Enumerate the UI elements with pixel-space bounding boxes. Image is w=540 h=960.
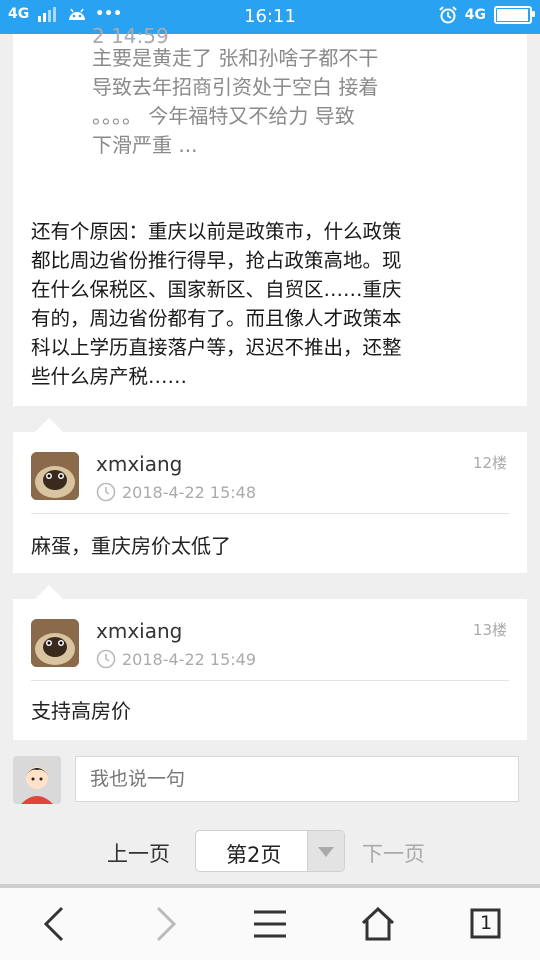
quoted-post: 2 14:59 主要是黄走了 张和孙啥子都不干 导致去年招商引资处于空白 接着 … — [92, 24, 452, 160]
reply-content: 还有个原因：重庆以前是政策市，什么政策 都比周边省份推行得早，抢占政策高地。现 … — [31, 217, 501, 391]
tabs-button[interactable]: 1 — [461, 902, 511, 946]
home-button[interactable] — [353, 902, 403, 946]
chevron-down-icon[interactable] — [307, 831, 344, 871]
user-avatar-icon — [31, 619, 79, 667]
quote-line: 。。。。 今年福特又不给力 导致 — [92, 104, 355, 128]
username[interactable]: xmxiang — [96, 619, 182, 643]
reply-line: 些什么房产税…… — [31, 365, 188, 388]
menu-button[interactable] — [245, 902, 295, 946]
clock-icon — [96, 482, 116, 502]
pagination: 上一页 第2页 下一页 — [0, 830, 540, 874]
chevron-right-icon — [156, 906, 177, 942]
home-icon — [361, 907, 395, 941]
quote-line: 导致去年招商引资处于空白 接着 — [92, 75, 379, 99]
page-select[interactable]: 第2页 — [195, 830, 345, 872]
back-button[interactable] — [30, 902, 80, 946]
browser-toolbar: 1 — [0, 888, 540, 960]
card-pointer — [35, 418, 63, 432]
quote-line: 下滑严重 ... — [92, 133, 198, 157]
floor-number: 12楼 — [472, 454, 507, 472]
post-card: xmxiang 12楼 2018-4-22 15:48 麻蛋，重庆房价太低了 — [13, 418, 527, 573]
next-page-link[interactable]: 下一页 — [362, 838, 425, 868]
reply-line: 都比周边省份推行得早，抢占政策高地。现 — [31, 249, 402, 272]
divider — [31, 513, 509, 514]
network-type-label: 4G — [464, 7, 486, 23]
reply-line: 有的，周边省份都有了。而且像人才政策本 — [31, 307, 402, 330]
hamburger-icon — [254, 910, 286, 938]
username[interactable]: xmxiang — [96, 452, 182, 476]
quote-timestamp: 2 14:59 — [92, 24, 169, 48]
comment-input[interactable] — [76, 757, 518, 801]
user-avatar-icon — [13, 756, 61, 804]
battery-icon — [494, 6, 535, 24]
floor-number: 13楼 — [472, 621, 507, 639]
post-time: 2018-4-22 15:49 — [122, 649, 256, 669]
my-avatar — [13, 756, 61, 804]
forward-button[interactable] — [140, 902, 190, 946]
reply-line: 还有个原因：重庆以前是政策市，什么政策 — [31, 220, 402, 243]
clock-icon — [96, 649, 116, 669]
chevron-left-icon — [43, 906, 64, 942]
card-pointer — [35, 585, 63, 599]
post-card: xmxiang 13楼 2018-4-22 15:49 支持高房价 — [13, 585, 527, 740]
current-page: 第2页 — [226, 843, 282, 867]
reply-line: 科以上学历直接落户等，迟迟不推出，还整 — [31, 336, 402, 359]
user-avatar-icon — [31, 452, 79, 500]
comment-box[interactable] — [75, 756, 519, 802]
reply-line: 在什么保税区、国家新区、自贸区……重庆 — [31, 278, 402, 301]
divider — [31, 680, 509, 681]
prev-page-link[interactable]: 上一页 — [107, 838, 170, 868]
quote-line: 主要是黄走了 张和孙啥子都不干 — [92, 46, 379, 70]
avatar[interactable] — [31, 452, 79, 500]
post-content: 支持高房价 — [31, 699, 131, 723]
tab-count: 1 — [480, 912, 493, 934]
post-content: 麻蛋，重庆房价太低了 — [31, 534, 231, 558]
post-time: 2018-4-22 15:48 — [122, 482, 256, 502]
avatar[interactable] — [31, 619, 79, 667]
